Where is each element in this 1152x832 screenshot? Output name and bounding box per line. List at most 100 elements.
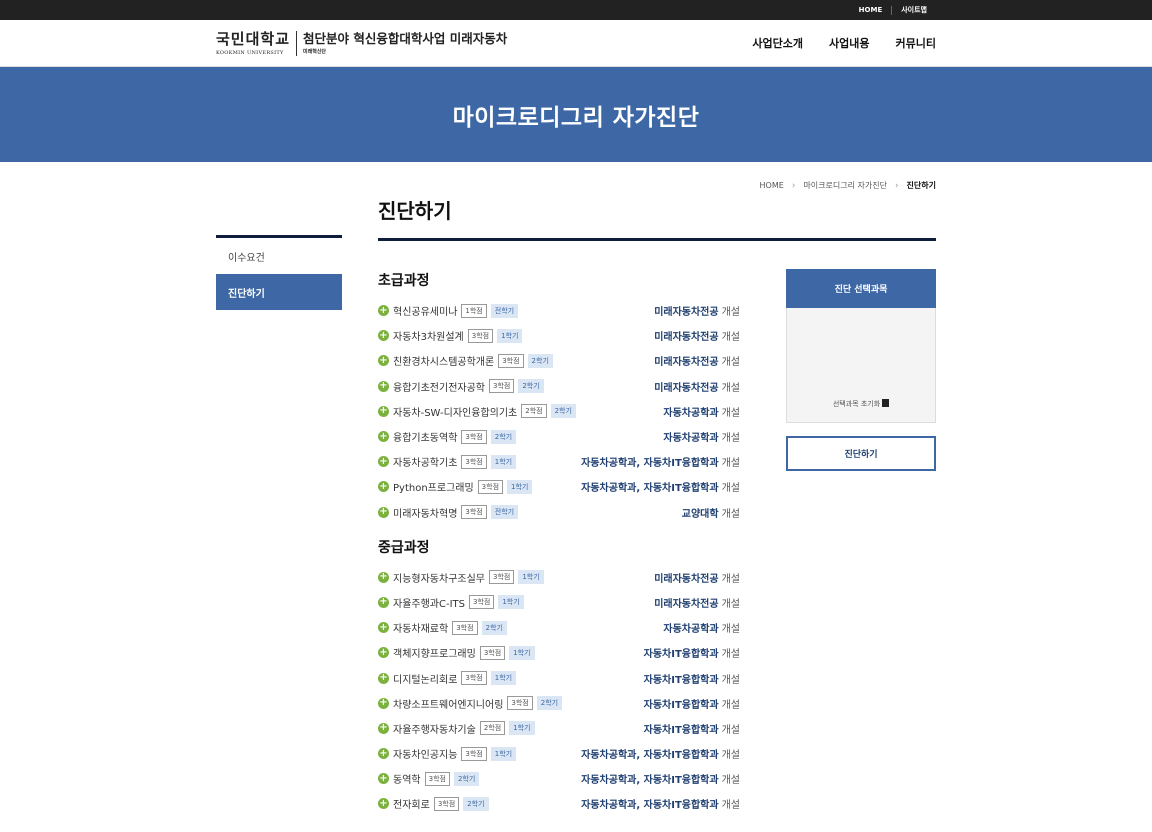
add-course-icon[interactable]: + [378,672,389,684]
course-name[interactable]: 전자회로 [393,796,430,811]
add-course-icon[interactable]: + [378,305,389,317]
course-name[interactable]: 친환경차시스템공학개론 [393,353,494,368]
university-name: 국민대학교 [216,30,291,48]
add-course-icon[interactable]: + [378,380,389,392]
add-course-icon[interactable]: + [378,748,389,760]
open-label: 개설 [721,307,740,319]
diagnose-button[interactable]: 진단하기 [786,436,936,471]
trash-icon [882,399,890,407]
course-row: + 자동차3차원설계 3학점 1학기 미래자동차전공 개설 [378,323,740,348]
project-subname: 미래혁신단 [303,49,327,55]
course-name[interactable]: 자동차공학기초 [393,454,457,469]
course-name[interactable]: 자동차-SW-디자인융합의기초 [393,404,517,419]
nav-item-about[interactable]: 사업단소개 [752,35,803,51]
sitemap-link[interactable]: 사이트맵 [892,5,936,15]
reset-label: 선택과목 초기화 [832,400,881,408]
course-department: 자동차공학과, 자동차IT융합학과 [581,483,719,495]
course-name[interactable]: 동역학 [393,771,421,786]
course-name[interactable]: 자동차인공지능 [393,746,457,761]
add-course-icon[interactable]: + [378,697,389,709]
course-name[interactable]: 융합기초동역학 [393,429,457,444]
add-course-icon[interactable]: + [378,355,389,367]
open-label: 개설 [721,800,740,812]
course-row: + 혁신공유세미나 1학점 전학기 미래자동차전공 개설 [378,298,740,323]
add-course-icon[interactable]: + [378,722,389,734]
course-name[interactable]: Python프로그래밍 [393,479,474,494]
course-row: + 자동차-SW-디자인융합의기초 2학점 2학기 자동차공학과 개설 [378,399,740,424]
term-badge: 2학기 [463,796,489,811]
credit-badge: 3학점 [461,454,487,469]
course-name[interactable]: 디지털논리회로 [393,671,457,686]
course-name[interactable]: 혁신공유세미나 [393,303,457,318]
add-course-icon[interactable]: + [378,622,389,634]
term-badge: 2학기 [536,696,563,711]
add-course-icon[interactable]: + [378,596,389,608]
course-name[interactable]: 차량소프트웨어엔지니어링 [393,696,503,711]
site-logo[interactable]: 국민대학교 KOOKMIN UNIVERSITY 첨단분야 혁신융합대학사업 미… [216,31,507,56]
add-course-icon[interactable]: + [378,571,389,583]
course-row: + 자동차재료학 3학점 2학기 자동차공학과 개설 [378,615,740,640]
credit-badge: 3학점 [461,746,487,761]
course-name[interactable]: 융합기초전기전자공학 [393,379,485,394]
sidebar-menu: 이수요건 진단하기 [216,235,342,310]
course-name[interactable]: 객체지향프로그래밍 [393,645,476,660]
course-department: 자동차공학과 [663,407,719,419]
add-course-icon[interactable]: + [378,481,389,493]
open-label: 개설 [721,775,740,787]
breadcrumb-section[interactable]: 마이크로디그리 자가진단 [803,180,887,191]
university-name-en: KOOKMIN UNIVERSITY [216,50,284,56]
course-row: + 차량소프트웨어엔지니어링 3학점 2학기 자동차IT융합학과 개설 [378,691,740,716]
course-name[interactable]: 지능형자동차구조실무 [393,570,485,585]
breadcrumb-current: 진단하기 [906,181,936,190]
term-badge: 2학기 [550,404,576,419]
course-row: + 융합기초전기전자공학 3학점 2학기 미래자동차전공 개설 [378,374,740,399]
main-nav: 사업단소개 사업내용 커뮤니티 [752,35,936,51]
main-content: 진단하기 [378,195,936,241]
term-badge: 1학기 [518,570,544,585]
term-badge: 1학기 [497,328,523,343]
add-course-icon[interactable]: + [378,405,389,417]
course-name[interactable]: 미래자동차혁명 [393,505,457,520]
open-label: 개설 [721,573,740,585]
open-label: 개설 [721,750,740,762]
course-department: 자동차공학과, 자동차IT융합학과 [581,800,719,812]
add-course-icon[interactable]: + [378,798,389,810]
home-link[interactable]: HOME [850,6,892,14]
add-course-icon[interactable]: + [378,506,389,518]
credit-badge: 3학점 [452,620,478,635]
course-row: + 전자회로 3학점 2학기 자동차공학과, 자동차IT융합학과 개설 [378,791,740,816]
banner-title: 마이크로디그리 자가진단 [452,104,700,131]
breadcrumb-home[interactable]: HOME [760,181,784,190]
university-logo: 국민대학교 KOOKMIN UNIVERSITY [216,30,298,56]
section-title: 초급과정 [378,273,430,289]
course-department: 자동차공학과 [663,433,719,445]
course-row: + 융합기초동역학 3학점 2학기 자동차공학과 개설 [378,424,740,449]
open-label: 개설 [721,508,740,520]
nav-item-business[interactable]: 사업내용 [829,35,869,51]
open-label: 개설 [721,382,740,394]
breadcrumb: HOME › 마이크로디그리 자가진단 › 진단하기 [760,180,936,191]
course-row: + 자동차인공지능 3학점 1학기 자동차공학과, 자동차IT융합학과 개설 [378,741,740,766]
course-name[interactable]: 자동차3차원설계 [393,328,464,343]
sidebar-item-diagnosis[interactable]: 진단하기 [216,274,342,310]
course-name[interactable]: 자동차재료학 [393,620,448,635]
course-department: 미래자동차전공 [654,332,719,344]
course-name[interactable]: 자율주행자동차기술 [393,721,476,736]
add-course-icon[interactable]: + [378,330,389,342]
add-course-icon[interactable]: + [378,647,389,659]
add-course-icon[interactable]: + [378,773,389,785]
nav-item-community[interactable]: 커뮤니티 [896,35,936,51]
reset-selection-button[interactable]: 선택과목 초기화 [832,399,890,409]
add-course-icon[interactable]: + [378,431,389,443]
course-department: 자동차IT융합학과 [643,674,719,686]
page-title: 진단하기 [378,195,936,241]
course-department: 자동차IT융합학과 [643,724,719,736]
course-department: 자동차공학과, 자동차IT융합학과 [581,775,719,787]
add-course-icon[interactable]: + [378,456,389,468]
sidebar-item-requirements[interactable]: 이수요건 [216,238,342,274]
open-label: 개설 [721,433,740,445]
term-badge: 2학기 [490,429,517,444]
credit-badge: 3학점 [424,771,450,786]
course-name[interactable]: 자율주행과C-ITS [393,595,465,610]
